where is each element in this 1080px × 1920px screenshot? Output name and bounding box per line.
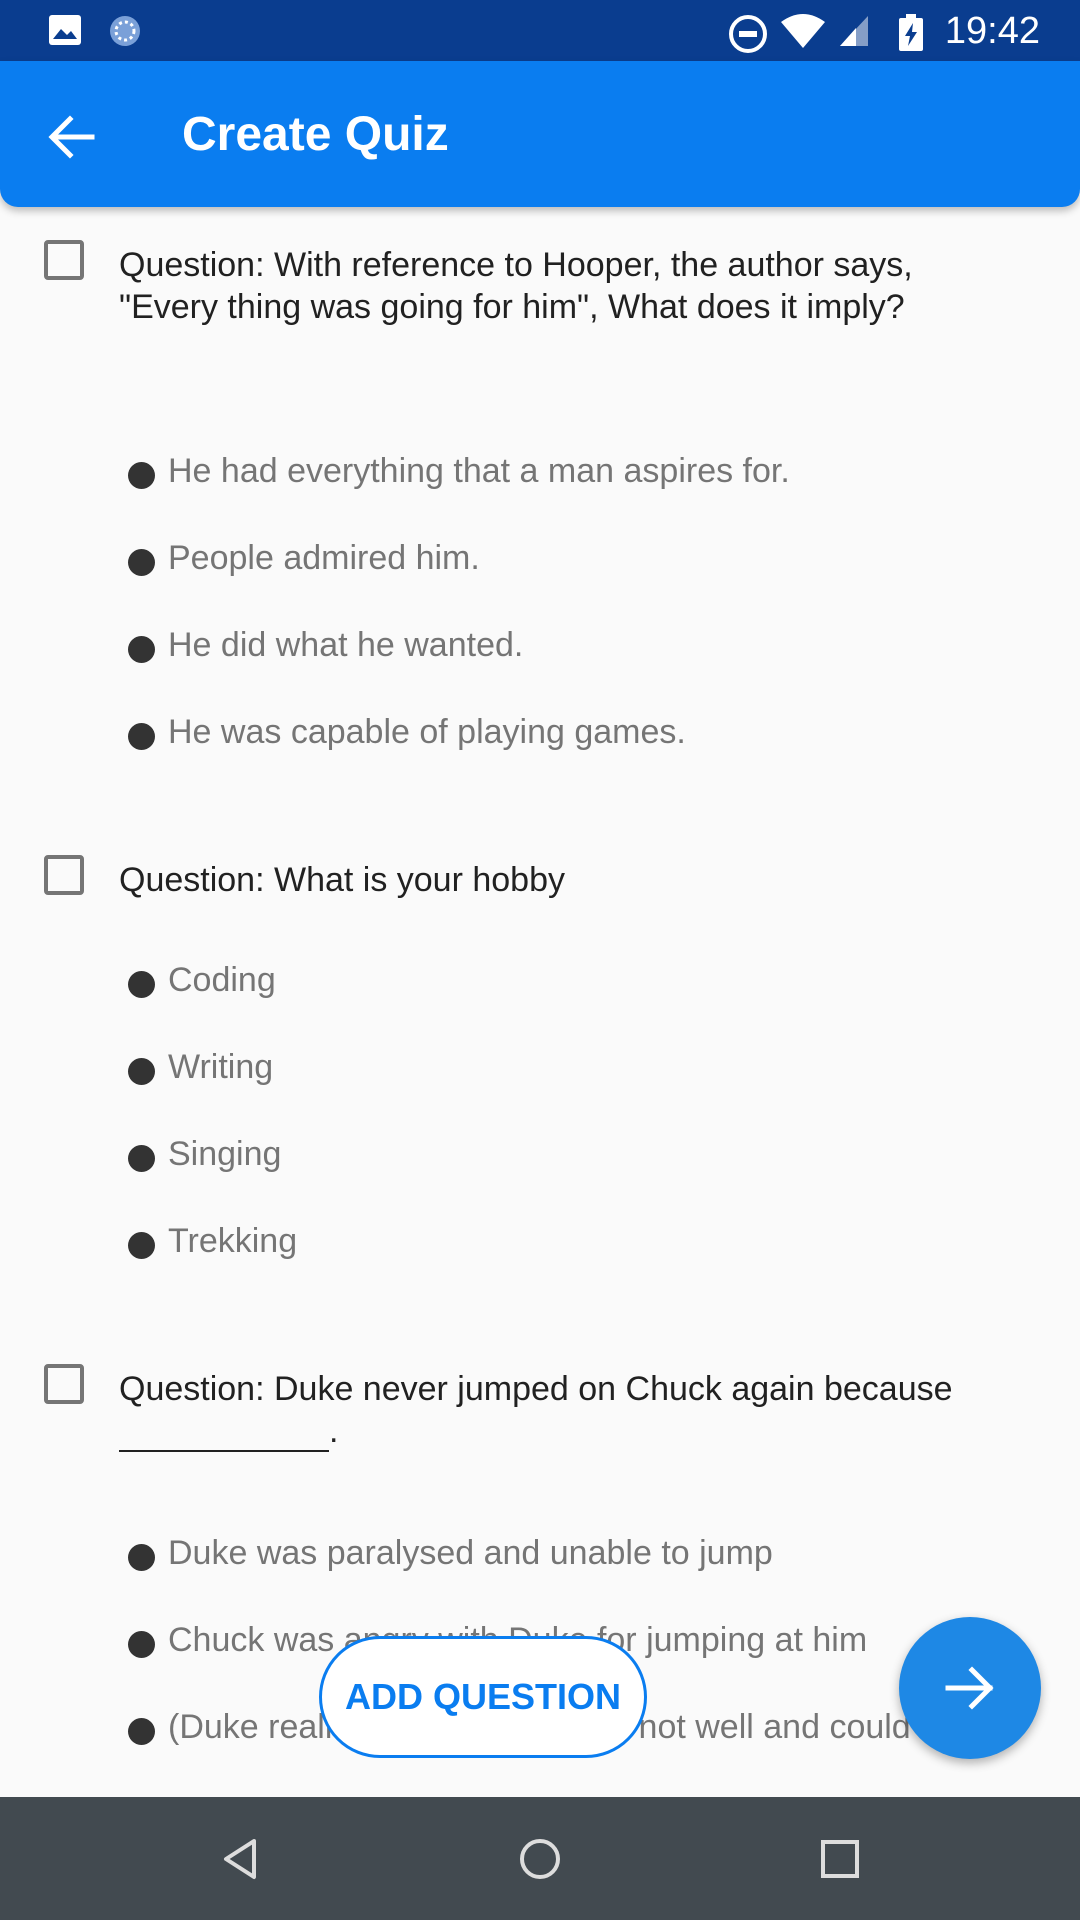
bullet-icon xyxy=(128,1718,155,1745)
add-question-button[interactable]: ADD QUESTION xyxy=(319,1636,647,1758)
page-title: Create Quiz xyxy=(182,108,449,161)
bullet-icon xyxy=(128,1145,155,1172)
option-item: People admired him. xyxy=(0,537,1080,587)
signal-icon xyxy=(840,16,868,46)
bullet-icon xyxy=(128,1232,155,1259)
question-checkbox[interactable] xyxy=(44,240,84,280)
image-icon xyxy=(49,15,81,45)
question-text: Question: Duke never jumped on Chuck aga… xyxy=(119,1370,953,1452)
bullet-icon xyxy=(128,549,155,576)
option-item: He had everything that a man aspires for… xyxy=(0,450,1080,500)
option-item: Duke was paralysed and unable to jump xyxy=(0,1532,1080,1582)
option-item: Writing xyxy=(0,1046,1080,1096)
recents-square-icon[interactable] xyxy=(816,1835,864,1883)
next-fab-button[interactable] xyxy=(899,1617,1041,1759)
app-bar: Create Quiz xyxy=(0,61,1080,207)
back-triangle-icon[interactable] xyxy=(216,1835,264,1883)
question-checkbox[interactable] xyxy=(44,855,84,895)
do-not-disturb-icon xyxy=(729,15,767,53)
status-bar: 19:42 xyxy=(0,0,1080,61)
navigation-bar xyxy=(0,1797,1080,1920)
bullet-icon xyxy=(128,1058,155,1085)
bullet-icon xyxy=(128,1631,155,1658)
blank-line xyxy=(119,1424,329,1452)
bullet-icon xyxy=(128,723,155,750)
bullet-icon xyxy=(128,1544,155,1571)
bullet-icon xyxy=(128,462,155,489)
bullet-icon xyxy=(128,636,155,663)
option-item: Trekking xyxy=(0,1220,1080,1270)
battery-charging-icon xyxy=(899,14,923,51)
arrow-left-icon[interactable] xyxy=(40,105,104,169)
sync-icon xyxy=(110,16,140,46)
question-text: Question: With reference to Hooper, the … xyxy=(119,246,913,326)
bullet-icon xyxy=(128,971,155,998)
status-time: 19:42 xyxy=(944,10,1040,52)
question-text: Question: What is your hobby xyxy=(119,861,566,899)
arrow-right-icon xyxy=(945,1666,994,1710)
option-item: He did what he wanted. xyxy=(0,624,1080,674)
wifi-icon xyxy=(781,14,825,48)
question-checkbox[interactable] xyxy=(44,1364,84,1404)
option-item: Coding xyxy=(0,959,1080,1009)
option-item: Singing xyxy=(0,1133,1080,1183)
home-circle-icon[interactable] xyxy=(516,1835,564,1883)
option-item: He was capable of playing games. xyxy=(0,711,1080,761)
question-list[interactable]: Question: With reference to Hooper, the … xyxy=(0,207,1080,1797)
